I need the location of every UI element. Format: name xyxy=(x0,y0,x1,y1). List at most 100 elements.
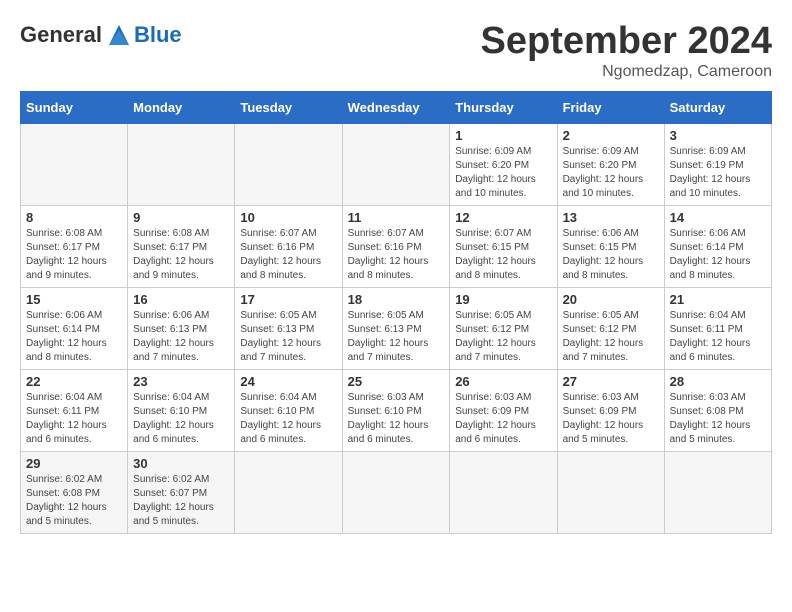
day-info: Sunrise: 6:04 AMSunset: 6:11 PMDaylight:… xyxy=(670,309,766,365)
day-info: Sunrise: 6:06 AMSunset: 6:15 PMDaylight:… xyxy=(563,227,659,283)
day-number: 8 xyxy=(26,210,122,225)
calendar-cell: 2 Sunrise: 6:09 AMSunset: 6:20 PMDaylight… xyxy=(557,124,664,206)
day-number: 21 xyxy=(670,292,766,307)
day-info: Sunrise: 6:09 AMSunset: 6:19 PMDaylight:… xyxy=(670,145,766,201)
day-number: 22 xyxy=(26,374,122,389)
calendar-cell: 9 Sunrise: 6:08 AMSunset: 6:17 PMDaylight… xyxy=(128,206,235,288)
day-number: 17 xyxy=(240,292,336,307)
column-header-monday: Monday xyxy=(128,92,235,124)
calendar-cell xyxy=(664,452,771,534)
calendar-cell: 1 Sunrise: 6:09 AMSunset: 6:20 PMDaylight… xyxy=(450,124,557,206)
logo-blue: Blue xyxy=(134,22,182,48)
day-info: Sunrise: 6:03 AMSunset: 6:09 PMDaylight:… xyxy=(563,391,659,447)
column-header-wednesday: Wednesday xyxy=(342,92,450,124)
calendar-cell: 13 Sunrise: 6:06 AMSunset: 6:15 PMDayligh… xyxy=(557,206,664,288)
calendar-cell: 20Sunrise: 6:05 AMSunset: 6:12 PMDayligh… xyxy=(557,288,664,370)
day-info: Sunrise: 6:08 AMSunset: 6:17 PMDaylight:… xyxy=(26,227,122,283)
day-number: 25 xyxy=(348,374,445,389)
day-number: 28 xyxy=(670,374,766,389)
calendar-cell: 17 Sunrise: 6:05 AMSunset: 6:13 PMDayligh… xyxy=(235,288,342,370)
calendar-week-row: 29 Sunrise: 6:02 AMSunset: 6:08 PMDayligh… xyxy=(21,452,772,534)
calendar-week-row: 8 Sunrise: 6:08 AMSunset: 6:17 PMDaylight… xyxy=(21,206,772,288)
day-info: Sunrise: 6:09 AMSunset: 6:20 PMDaylight:… xyxy=(563,145,659,201)
day-info: Sunrise: 6:05 AMSunset: 6:12 PMDaylight:… xyxy=(455,309,551,365)
day-info: Sunrise: 6:05 AMSunset: 6:12 PMDaylight:… xyxy=(563,309,659,365)
calendar-cell: 14 Sunrise: 6:06 AMSunset: 6:14 PMDayligh… xyxy=(664,206,771,288)
day-number: 10 xyxy=(240,210,336,225)
calendar-cell: 30 Sunrise: 6:02 AMSunset: 6:07 PMDayligh… xyxy=(128,452,235,534)
day-info: Sunrise: 6:02 AMSunset: 6:07 PMDaylight:… xyxy=(133,473,229,529)
page-header: General Blue September 2024 Ngomedzap, C… xyxy=(20,20,772,81)
column-header-sunday: Sunday xyxy=(21,92,128,124)
calendar-cell xyxy=(21,124,128,206)
day-info: Sunrise: 6:05 AMSunset: 6:13 PMDaylight:… xyxy=(240,309,336,365)
day-info: Sunrise: 6:02 AMSunset: 6:08 PMDaylight:… xyxy=(26,473,122,529)
calendar-week-row: 15 Sunrise: 6:06 AMSunset: 6:14 PMDayligh… xyxy=(21,288,772,370)
calendar-cell xyxy=(342,452,450,534)
day-number: 15 xyxy=(26,292,122,307)
day-number: 13 xyxy=(563,210,659,225)
calendar-cell: 12 Sunrise: 6:07 AMSunset: 6:15 PMDayligh… xyxy=(450,206,557,288)
day-number: 14 xyxy=(670,210,766,225)
day-number: 26 xyxy=(455,374,551,389)
calendar-cell: 8 Sunrise: 6:08 AMSunset: 6:17 PMDaylight… xyxy=(21,206,128,288)
calendar-cell xyxy=(342,124,450,206)
calendar-cell: 3 Sunrise: 6:09 AMSunset: 6:19 PMDaylight… xyxy=(664,124,771,206)
day-info: Sunrise: 6:06 AMSunset: 6:14 PMDaylight:… xyxy=(26,309,122,365)
day-number: 23 xyxy=(133,374,229,389)
calendar-cell: 21 Sunrise: 6:04 AMSunset: 6:11 PMDayligh… xyxy=(664,288,771,370)
day-number: 9 xyxy=(133,210,229,225)
day-info: Sunrise: 6:07 AMSunset: 6:16 PMDaylight:… xyxy=(348,227,445,283)
calendar-cell: 26 Sunrise: 6:03 AMSunset: 6:09 PMDayligh… xyxy=(450,370,557,452)
calendar-cell: 10 Sunrise: 6:07 AMSunset: 6:16 PMDayligh… xyxy=(235,206,342,288)
calendar-cell: 16Sunrise: 6:06 AMSunset: 6:13 PMDayligh… xyxy=(128,288,235,370)
day-info: Sunrise: 6:04 AMSunset: 6:11 PMDaylight:… xyxy=(26,391,122,447)
calendar-cell: 15 Sunrise: 6:06 AMSunset: 6:14 PMDayligh… xyxy=(21,288,128,370)
calendar-header-row: SundayMondayTuesdayWednesdayThursdayFrid… xyxy=(21,92,772,124)
day-info: Sunrise: 6:08 AMSunset: 6:17 PMDaylight:… xyxy=(133,227,229,283)
day-info: Sunrise: 6:07 AMSunset: 6:15 PMDaylight:… xyxy=(455,227,551,283)
day-info: Sunrise: 6:03 AMSunset: 6:08 PMDaylight:… xyxy=(670,391,766,447)
day-number: 3 xyxy=(670,128,766,143)
logo: General Blue xyxy=(20,20,182,50)
calendar-cell: 28 Sunrise: 6:03 AMSunset: 6:08 PMDayligh… xyxy=(664,370,771,452)
column-header-friday: Friday xyxy=(557,92,664,124)
calendar-cell: 19 Sunrise: 6:05 AMSunset: 6:12 PMDayligh… xyxy=(450,288,557,370)
day-number: 30 xyxy=(133,456,229,471)
calendar-cell xyxy=(235,124,342,206)
calendar-table: SundayMondayTuesdayWednesdayThursdayFrid… xyxy=(20,91,772,534)
column-header-tuesday: Tuesday xyxy=(235,92,342,124)
title-block: September 2024 Ngomedzap, Cameroon xyxy=(481,20,773,81)
day-info: Sunrise: 6:05 AMSunset: 6:13 PMDaylight:… xyxy=(348,309,445,365)
calendar-week-row: 22 Sunrise: 6:04 AMSunset: 6:11 PMDayligh… xyxy=(21,370,772,452)
day-number: 27 xyxy=(563,374,659,389)
day-number: 2 xyxy=(563,128,659,143)
day-number: 16 xyxy=(133,292,229,307)
calendar-week-row: 1 Sunrise: 6:09 AMSunset: 6:20 PMDaylight… xyxy=(21,124,772,206)
day-number: 29 xyxy=(26,456,122,471)
calendar-cell xyxy=(557,452,664,534)
day-info: Sunrise: 6:03 AMSunset: 6:09 PMDaylight:… xyxy=(455,391,551,447)
column-header-thursday: Thursday xyxy=(450,92,557,124)
calendar-cell: 27 Sunrise: 6:03 AMSunset: 6:09 PMDayligh… xyxy=(557,370,664,452)
day-number: 11 xyxy=(348,210,445,225)
calendar-cell: 11 Sunrise: 6:07 AMSunset: 6:16 PMDayligh… xyxy=(342,206,450,288)
calendar-cell: 18 Sunrise: 6:05 AMSunset: 6:13 PMDayligh… xyxy=(342,288,450,370)
calendar-cell xyxy=(235,452,342,534)
day-number: 18 xyxy=(348,292,445,307)
logo-icon xyxy=(104,20,134,50)
calendar-cell: 23Sunrise: 6:04 AMSunset: 6:10 PMDayligh… xyxy=(128,370,235,452)
day-info: Sunrise: 6:04 AMSunset: 6:10 PMDaylight:… xyxy=(240,391,336,447)
day-number: 1 xyxy=(455,128,551,143)
calendar-cell: 25Sunrise: 6:03 AMSunset: 6:10 PMDayligh… xyxy=(342,370,450,452)
day-number: 19 xyxy=(455,292,551,307)
day-info: Sunrise: 6:07 AMSunset: 6:16 PMDaylight:… xyxy=(240,227,336,283)
column-header-saturday: Saturday xyxy=(664,92,771,124)
day-number: 12 xyxy=(455,210,551,225)
day-info: Sunrise: 6:09 AMSunset: 6:20 PMDaylight:… xyxy=(455,145,551,201)
day-info: Sunrise: 6:06 AMSunset: 6:14 PMDaylight:… xyxy=(670,227,766,283)
calendar-cell xyxy=(128,124,235,206)
calendar-cell: 24Sunrise: 6:04 AMSunset: 6:10 PMDayligh… xyxy=(235,370,342,452)
logo-general: General xyxy=(20,22,102,48)
calendar-cell: 22 Sunrise: 6:04 AMSunset: 6:11 PMDayligh… xyxy=(21,370,128,452)
